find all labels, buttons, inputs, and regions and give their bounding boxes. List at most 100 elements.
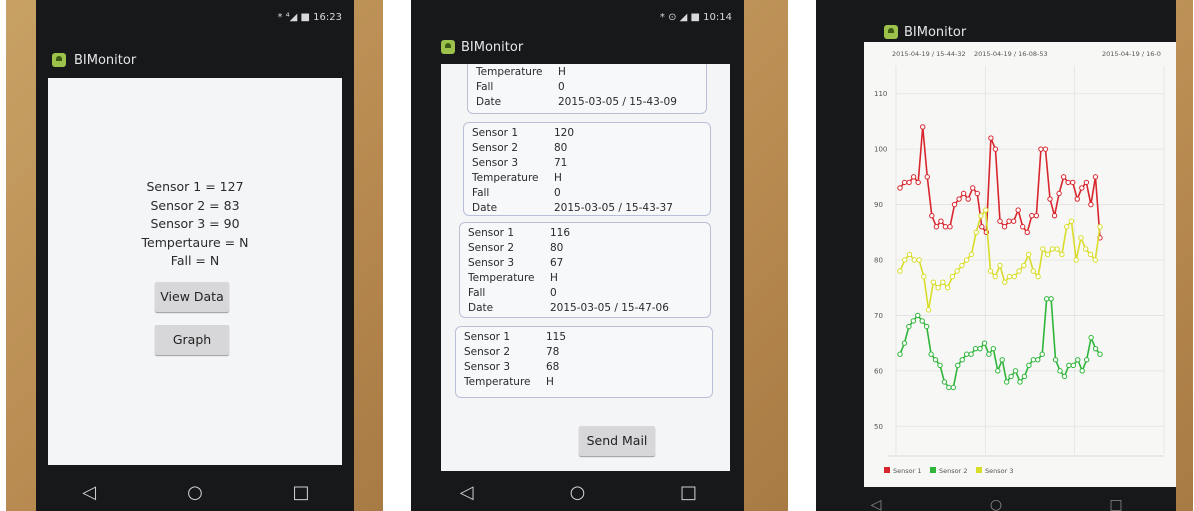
y-tick-label: 100	[874, 146, 887, 154]
data-point	[1040, 246, 1046, 252]
data-point	[942, 224, 949, 230]
data-point	[1074, 196, 1080, 202]
row-value: 115	[546, 331, 567, 343]
data-point	[1030, 268, 1037, 274]
data-point	[916, 257, 922, 263]
data-point	[956, 196, 962, 202]
data-row: Sensor 3 68	[464, 360, 708, 375]
y-tick-label: 80	[874, 257, 883, 265]
reading-line: Fall = N	[170, 253, 220, 268]
row-label: Fall	[472, 187, 490, 199]
data-point	[897, 268, 903, 274]
app-title: BIMonitor	[74, 53, 137, 68]
data-point	[944, 285, 951, 291]
reading-line: Sensor 1 = 127	[146, 179, 244, 194]
data-point	[933, 224, 940, 230]
data-point	[1070, 179, 1076, 186]
data-point	[911, 257, 917, 263]
data-point	[915, 312, 921, 319]
data-point	[1047, 196, 1053, 202]
view-data-button[interactable]: View Data	[155, 282, 229, 312]
data-point	[1083, 246, 1089, 252]
data-point	[1021, 262, 1027, 269]
data-point	[1087, 251, 1094, 258]
data-row: Date 2015-03-05 / 15-43-37	[472, 201, 706, 215]
data-point	[940, 279, 946, 285]
y-tick-label: 110	[874, 90, 887, 98]
home-icon[interactable]: ○	[175, 482, 215, 503]
data-point	[1011, 273, 1017, 280]
data-point	[959, 357, 965, 363]
data-point	[1003, 379, 1010, 385]
row-value: 120	[554, 127, 575, 139]
data-point	[973, 229, 979, 235]
data-point	[987, 268, 994, 274]
data-point	[919, 318, 925, 324]
data-point	[1056, 190, 1062, 197]
row-label: Temperature	[472, 172, 539, 184]
data-point	[1006, 218, 1012, 224]
back-icon[interactable]: ◁	[447, 482, 487, 503]
data-point	[947, 224, 953, 230]
data-point	[925, 307, 932, 313]
data-point	[965, 196, 971, 202]
data-point	[1015, 207, 1021, 213]
data-point	[1012, 368, 1019, 374]
data-row: Sensor 3 67	[468, 256, 706, 271]
row-value: 0	[558, 81, 565, 93]
data-point	[960, 190, 967, 197]
y-tick-label: 70	[874, 312, 883, 320]
y-tick-label: 50	[874, 423, 883, 431]
row-label: Fall	[476, 81, 494, 93]
recent-apps-icon[interactable]: □	[669, 482, 709, 503]
data-point	[938, 218, 944, 224]
data-point	[1006, 273, 1013, 280]
main-screen: Sensor 1 = 127 Sensor 2 = 83 Sensor 3 = …	[48, 78, 342, 465]
data-point	[1024, 229, 1030, 235]
data-point	[992, 273, 998, 280]
data-point	[910, 174, 917, 180]
data-point	[1083, 357, 1090, 363]
data-point	[983, 207, 989, 213]
row-value: 67	[550, 257, 564, 269]
back-icon[interactable]: ◁	[69, 482, 109, 503]
data-point	[1038, 146, 1044, 152]
data-point	[990, 345, 997, 352]
status-icons: * ⁴◢ ■	[277, 12, 310, 23]
data-point	[901, 179, 908, 186]
data-row: Date 2015-03-05 / 15-47-06	[468, 301, 706, 316]
data-point	[1088, 334, 1094, 341]
status-bar: * ⁴◢ ■ 16:23	[36, 0, 354, 36]
home-icon[interactable]: ○	[976, 497, 1016, 511]
graph-button[interactable]: Graph	[155, 325, 229, 355]
data-row: Fall 0	[468, 286, 706, 301]
data-point	[981, 340, 988, 346]
app-title: BIMonitor	[461, 40, 524, 55]
row-value: 2015-03-05 / 15-47-06	[550, 302, 669, 314]
data-point	[1079, 185, 1085, 191]
send-mail-button[interactable]: Send Mail	[579, 426, 655, 456]
data-point	[1070, 362, 1077, 369]
recent-apps-icon[interactable]: □	[1096, 497, 1136, 511]
data-point	[1016, 268, 1022, 274]
recent-apps-icon[interactable]: □	[281, 482, 321, 503]
data-point	[897, 185, 903, 191]
data-point	[951, 201, 958, 208]
data-point	[1039, 351, 1045, 357]
data-point	[1043, 296, 1050, 302]
data-point	[1017, 379, 1023, 385]
row-label: Sensor 2	[472, 142, 519, 154]
row-label: Sensor 2	[468, 242, 515, 254]
data-point	[1065, 179, 1071, 186]
data-point	[1079, 368, 1085, 374]
data-point	[954, 268, 960, 274]
row-value: H	[558, 66, 566, 78]
data-row: Sensor 1 120	[472, 126, 706, 141]
data-point	[1035, 357, 1041, 363]
data-point	[1092, 257, 1098, 263]
nav-bar: ◁ ○ □	[36, 473, 354, 511]
legend-swatch-sensor-2	[930, 467, 936, 473]
home-icon[interactable]: ○	[558, 482, 598, 503]
back-icon[interactable]: ◁	[856, 497, 896, 511]
row-label: Temperature	[476, 66, 543, 78]
